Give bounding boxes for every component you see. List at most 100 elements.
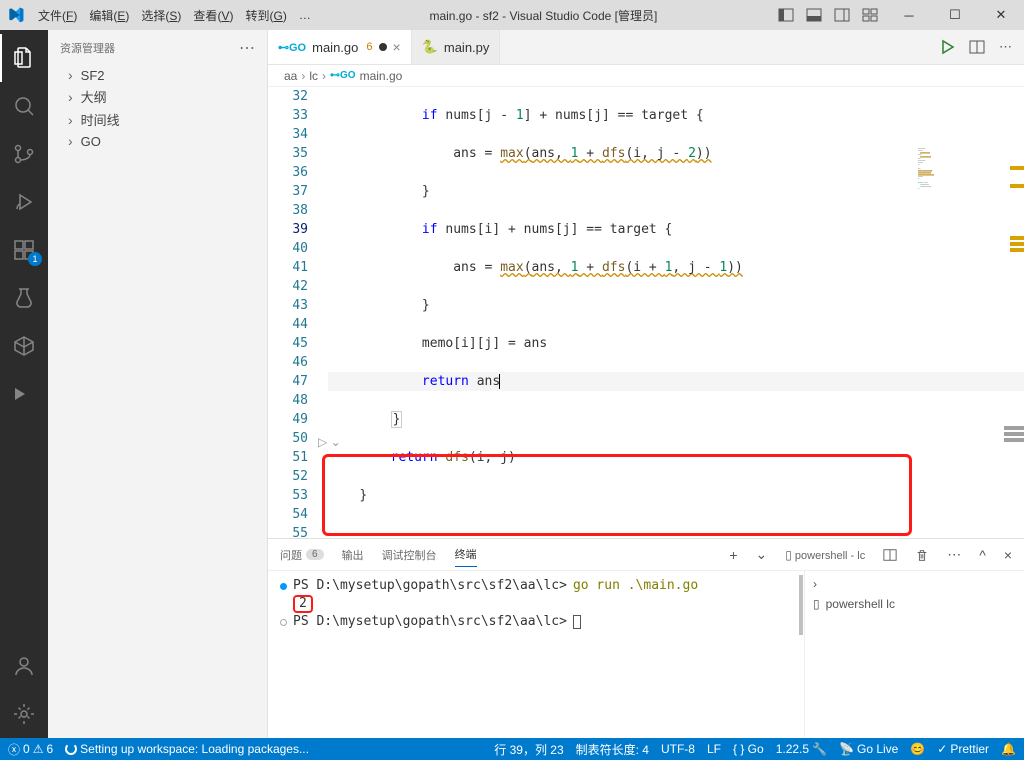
- status-cursor-pos[interactable]: 行 39，列 23: [494, 741, 563, 758]
- close-button[interactable]: ✕: [978, 0, 1024, 30]
- python-file-icon: 🐍: [422, 39, 438, 55]
- menu-view[interactable]: 查看(V): [187, 7, 239, 24]
- menu-goto[interactable]: 转到(G): [239, 7, 292, 24]
- activity-bookmark[interactable]: [0, 370, 48, 418]
- menu-edit[interactable]: 编辑(E): [83, 7, 135, 24]
- terminal-decoration-icon: [280, 583, 287, 590]
- breadcrumb[interactable]: aa› lc› ⊷GO main.go: [268, 65, 1024, 87]
- scrollbar[interactable]: [799, 575, 803, 635]
- sidebar-item-go[interactable]: GO: [48, 131, 267, 151]
- minimap[interactable]: ▬▬▬▬▬▬▬▬▬▬ ▬▬▬▬▬▬▬▬▬▬▬ ▬▬▬▬▬▬▬▬▬▬▬▬▬▬▬▬▬…: [914, 144, 1010, 344]
- split-terminal-icon[interactable]: [883, 548, 897, 562]
- status-errors[interactable]: ⓧ 0 ⚠ 6: [8, 741, 53, 758]
- breadcrumb-seg[interactable]: lc: [309, 69, 318, 83]
- breadcrumb-seg[interactable]: aa: [284, 69, 297, 83]
- status-indentation[interactable]: 制表符长度: 4: [576, 741, 649, 758]
- maximize-panel-icon[interactable]: ^: [979, 547, 986, 563]
- layout-controls: [770, 7, 886, 23]
- status-eol[interactable]: LF: [707, 742, 721, 756]
- sidebar: 资源管理器 ⋯ SF2 大纲 时间线 GO: [48, 30, 268, 738]
- customize-layout-icon[interactable]: [862, 7, 878, 23]
- status-language[interactable]: { } Go: [733, 742, 764, 756]
- title-bar: 文件(F) 编辑(E) 选择(S) 查看(V) 转到(G) … main.go …: [0, 0, 1024, 30]
- status-prettier[interactable]: ✓ Prettier: [937, 742, 989, 756]
- highlight-annotation: 2: [293, 595, 313, 613]
- activity-bar: 1: [0, 30, 48, 738]
- panel-more-icon[interactable]: ⋯: [947, 546, 961, 563]
- window-title: main.go - sf2 - Visual Studio Code [管理员]: [317, 7, 770, 24]
- activity-search[interactable]: [0, 82, 48, 130]
- terminal-decoration-icon: [280, 619, 287, 626]
- editor-tabs: ⊷GO main.go 6 × 🐍 main.py ⋯: [268, 30, 1024, 65]
- activity-source-control[interactable]: [0, 130, 48, 178]
- line-gutter: 3233343536373839404142434445464748495051…: [268, 87, 328, 538]
- sidebar-more-icon[interactable]: ⋯: [239, 38, 255, 58]
- go-file-icon: ⊷GO: [330, 70, 356, 81]
- toggle-panel-icon[interactable]: [806, 7, 822, 23]
- code-editor[interactable]: 3233343536373839404142434445464748495051…: [268, 87, 1024, 538]
- sidebar-header: 资源管理器 ⋯: [48, 30, 267, 65]
- status-go-version[interactable]: 1.22.5 🔧: [776, 742, 827, 756]
- toggle-primary-sidebar-icon[interactable]: [778, 7, 794, 23]
- panel-tab-problems[interactable]: 问题6: [280, 543, 324, 567]
- tab-close-icon[interactable]: ×: [393, 39, 401, 55]
- activity-testing[interactable]: [0, 274, 48, 322]
- terminal-list: › ▯powershell lc: [804, 571, 1024, 738]
- maximize-button[interactable]: ☐: [932, 0, 978, 30]
- activity-tanzu[interactable]: [0, 322, 48, 370]
- extensions-badge: 1: [28, 252, 42, 266]
- activity-extensions[interactable]: 1: [0, 226, 48, 274]
- menu-select[interactable]: 选择(S): [135, 7, 187, 24]
- go-file-icon: ⊷GO: [278, 41, 306, 54]
- panel-tab-debug[interactable]: 调试控制台: [382, 543, 437, 567]
- tab-main-go[interactable]: ⊷GO main.go 6 ×: [268, 30, 412, 64]
- panel-tab-output[interactable]: 输出: [342, 543, 364, 567]
- activity-run-debug[interactable]: [0, 178, 48, 226]
- editor-group: ⊷GO main.go 6 × 🐍 main.py ⋯ aa› lc› ⊷GO …: [268, 30, 1024, 738]
- terminal-cursor: [573, 615, 581, 629]
- overview-ruler: [1010, 144, 1024, 538]
- sidebar-title: 资源管理器: [60, 40, 115, 56]
- terminal[interactable]: PS D:\mysetup\gopath\src\sf2\aa\lc> go r…: [268, 571, 804, 738]
- activity-account[interactable]: [0, 642, 48, 690]
- terminal-list-item[interactable]: ▯powershell lc: [813, 597, 1016, 611]
- problems-count: 6: [306, 549, 324, 560]
- loading-spinner-icon: [65, 743, 77, 755]
- status-bar: ⓧ 0 ⚠ 6 Setting up workspace: Loading pa…: [0, 738, 1024, 760]
- activity-explorer[interactable]: [0, 34, 48, 82]
- activity-settings[interactable]: [0, 690, 48, 738]
- breadcrumb-seg[interactable]: main.go: [360, 69, 403, 83]
- sidebar-item-outline[interactable]: 大纲: [48, 85, 267, 108]
- split-editor-icon[interactable]: [969, 39, 985, 55]
- status-feedback[interactable]: 😊: [910, 742, 925, 756]
- status-loading[interactable]: Setting up workspace: Loading packages..…: [65, 742, 309, 756]
- run-code-lens[interactable]: ▷ ⌄: [318, 435, 341, 449]
- kill-terminal-icon[interactable]: [915, 548, 929, 562]
- status-notifications-icon[interactable]: 🔔: [1001, 742, 1016, 756]
- panel-tab-terminal[interactable]: 终端: [455, 542, 477, 567]
- menu-more[interactable]: …: [293, 8, 317, 22]
- terminal-label: ▯ powershell - lc: [785, 548, 865, 562]
- terminal-dropdown-icon[interactable]: ⌄: [756, 546, 768, 563]
- editor-more-icon[interactable]: ⋯: [999, 39, 1012, 55]
- vscode-icon: [8, 7, 24, 23]
- tab-label: main.py: [444, 40, 490, 55]
- new-terminal-icon[interactable]: +: [729, 547, 737, 563]
- tab-label: main.go: [312, 40, 358, 55]
- bottom-panel: 问题6 输出 调试控制台 终端 + ⌄ ▯ powershell - lc ⋯ …: [268, 538, 1024, 738]
- status-go-live[interactable]: 📡 Go Live: [839, 742, 898, 756]
- window-controls: ─ ☐ ✕: [886, 0, 1024, 30]
- run-icon[interactable]: [939, 39, 955, 55]
- toggle-secondary-sidebar-icon[interactable]: [834, 7, 850, 23]
- chevron-right-icon[interactable]: ›: [813, 577, 817, 591]
- sidebar-item-timeline[interactable]: 时间线: [48, 108, 267, 131]
- close-panel-icon[interactable]: ×: [1004, 547, 1012, 563]
- tab-main-py[interactable]: 🐍 main.py: [412, 30, 501, 64]
- status-encoding[interactable]: UTF-8: [661, 742, 695, 756]
- panel-tabs: 问题6 输出 调试控制台 终端 + ⌄ ▯ powershell - lc ⋯ …: [268, 539, 1024, 571]
- tab-warning-count: 6: [366, 41, 372, 53]
- tab-dirty-icon: [379, 43, 387, 51]
- menu-file[interactable]: 文件(F): [32, 7, 83, 24]
- sidebar-item-sf2[interactable]: SF2: [48, 65, 267, 85]
- minimize-button[interactable]: ─: [886, 0, 932, 30]
